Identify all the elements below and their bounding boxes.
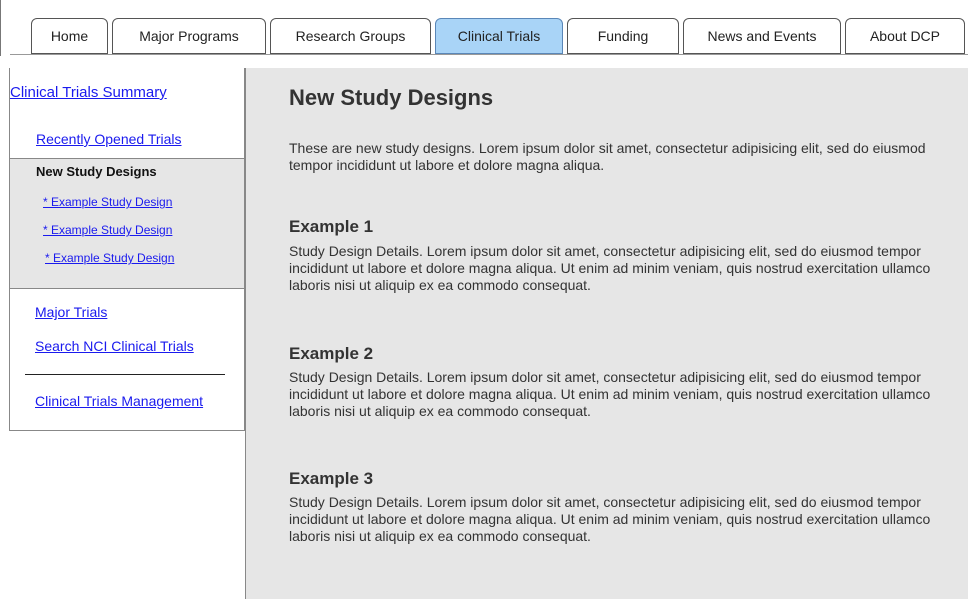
tab-research-groups[interactable]: Research Groups [270,18,431,54]
tab-funding[interactable]: Funding [567,18,679,54]
sidebar-link-clinical-trials-summary[interactable]: Clinical Trials Summary [10,84,167,101]
page-title: New Study Designs [289,85,494,110]
intro-paragraph: These are new study designs. Lorem ipsum… [289,140,926,173]
tab-news-and-events[interactable]: News and Events [683,18,841,54]
sidebar-sub-item-study-design[interactable]: * Example Study Design [45,251,174,265]
tab-major-programs[interactable]: Major Programs [112,18,266,54]
tab-about-dcp[interactable]: About DCP [845,18,965,54]
sidebar-link-recently-opened-trials[interactable]: Recently Opened Trials [36,131,182,147]
nav-underline [10,54,968,55]
sidebar-sub-item-study-design[interactable]: * Example Study Design [43,195,172,209]
example-body: Study Design Details. Lorem ipsum dolor … [289,494,931,544]
sidebar-sub-item-study-design[interactable]: * Example Study Design [43,223,172,237]
top-navigation-bar: Home Major Programs Research Groups Clin… [0,0,968,56]
example-heading: Example 1 [289,217,374,236]
example-heading: Example 3 [289,469,374,488]
example-body: Study Design Details. Lorem ipsum dolor … [289,243,931,293]
sidebar-link-major-trials[interactable]: Major Trials [35,304,107,320]
tab-clinical-trials[interactable]: Clinical Trials [435,18,563,54]
sidebar-current-section-title: New Study Designs [36,164,157,179]
sidebar-divider [25,374,225,375]
sidebar-link-clinical-trials-management[interactable]: Clinical Trials Management [35,393,203,409]
example-heading: Example 2 [289,344,374,363]
tab-home[interactable]: Home [31,18,108,54]
example-body: Study Design Details. Lorem ipsum dolor … [289,369,931,419]
sidebar-link-search-nci-clinical-trials[interactable]: Search NCI Clinical Trials [35,338,194,354]
nav-tabs: Home Major Programs Research Groups Clin… [31,18,965,54]
